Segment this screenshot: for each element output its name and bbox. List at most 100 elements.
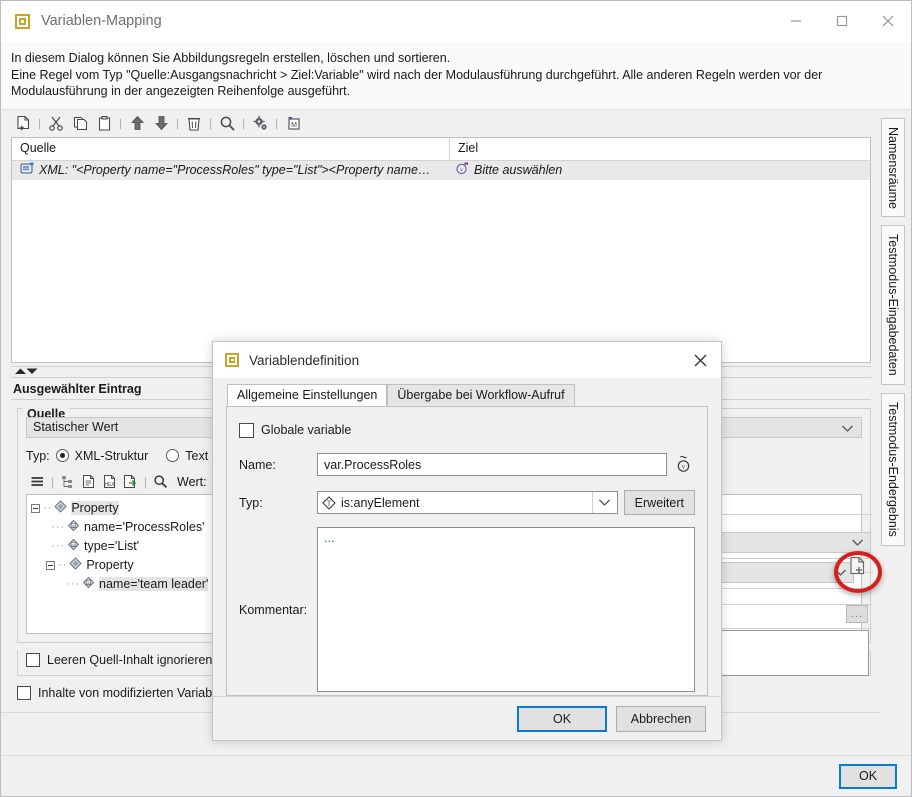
ziel-textarea[interactable]	[721, 630, 869, 676]
checkbox-modified-variables-label: Inhalte von modifizierten Variab	[38, 686, 212, 700]
delete-icon[interactable]	[182, 111, 206, 135]
radio-xml-struktur-label: XML-Struktur	[75, 449, 149, 463]
global-variable-row: Globale variable	[239, 421, 695, 439]
document-hex-icon[interactable]: HEX	[99, 472, 120, 492]
dialog-cancel-button[interactable]: Abbrechen	[616, 706, 706, 732]
minimize-icon[interactable]	[773, 1, 819, 42]
kommentar-textarea[interactable]: ...	[317, 527, 695, 692]
new-variable-button[interactable]	[844, 553, 870, 579]
radio-xml-struktur[interactable]	[56, 449, 69, 462]
typ-value: is:anyElement	[341, 496, 420, 510]
tree-connector: ···	[66, 578, 80, 590]
tab-testmodus-eingabedaten[interactable]: Testmodus-Eingabedaten	[881, 225, 905, 385]
ziel-select-1[interactable]	[721, 532, 871, 553]
copy-icon[interactable]	[68, 111, 92, 135]
dialog-panel: Globale variable Name: var.ProcessRoles …	[226, 406, 708, 696]
cell-ziel[interactable]: v Bitte auswählen	[450, 162, 870, 178]
name-input[interactable]: var.ProcessRoles	[317, 453, 667, 476]
xml-document-icon	[20, 162, 34, 178]
kommentar-row: Kommentar: ...	[239, 527, 695, 692]
typ-label: Typ:	[239, 496, 317, 510]
window-app-icon	[225, 353, 239, 367]
tree-structure-icon[interactable]	[57, 472, 78, 492]
ziel-select-2[interactable]	[721, 562, 854, 583]
search-icon[interactable]	[150, 472, 171, 492]
maximize-icon[interactable]	[819, 1, 865, 42]
toolbar-divider: |	[173, 117, 182, 129]
checkbox-global-variable-label: Globale variable	[261, 423, 351, 437]
ok-button[interactable]: OK	[839, 764, 897, 789]
tree-item-label: name='team leader'	[99, 577, 208, 591]
move-up-icon[interactable]	[125, 111, 149, 135]
paste-icon[interactable]	[92, 111, 116, 135]
new-rule-icon[interactable]	[11, 111, 35, 135]
typ-row: Typ: T is:anyElement Erweitert	[239, 490, 695, 515]
tab-allgemeine-einstellungen[interactable]: Allgemeine Einstellungen	[227, 384, 387, 406]
description-line-3: Modulausführung in der angezeigten Reihe…	[11, 83, 901, 100]
name-row: Name: var.ProcessRoles v	[239, 453, 695, 476]
search-icon[interactable]	[215, 111, 239, 135]
window-app-icon	[15, 14, 30, 29]
checkbox-ignore-empty-source-label: Leeren Quell-Inhalt ignorieren	[47, 653, 212, 667]
xml-element-icon	[69, 557, 82, 573]
collapse-toggle-icon[interactable]	[46, 561, 55, 570]
table-row[interactable]: XML: "<Property name="ProcessRoles" type…	[12, 161, 870, 180]
settings-gears-icon[interactable]	[248, 111, 272, 135]
cell-quelle[interactable]: XML: "<Property name="ProcessRoles" type…	[12, 162, 450, 178]
toolbar-divider: |	[239, 117, 248, 129]
radio-text-label: Text	[185, 449, 208, 463]
checkbox-ignore-empty-source[interactable]	[26, 653, 40, 667]
tab-namensraeume[interactable]: Namensräume	[881, 118, 905, 218]
document-text-icon[interactable]	[78, 472, 99, 492]
tree-item-label: type='List'	[84, 539, 139, 553]
description-line-1: In diesem Dialog können Sie Abbildungsre…	[11, 50, 901, 67]
checkbox-modified-variables[interactable]	[17, 686, 31, 700]
xml-element-icon	[54, 500, 67, 516]
svg-text:v: v	[460, 168, 463, 174]
document-import-icon[interactable]	[120, 472, 141, 492]
cell-quelle-text: XML: "<Property name="ProcessRoles" type…	[39, 163, 430, 177]
browse-button[interactable]: ...	[846, 605, 868, 623]
dialog-footer: OK Abbrechen	[213, 696, 721, 740]
collapse-toggle-icon[interactable]	[31, 504, 40, 513]
erweitert-button[interactable]: Erweitert	[624, 490, 695, 515]
tab-uebergabe-workflow-aufruf[interactable]: Übergabe bei Workflow-Aufruf	[387, 384, 574, 406]
move-down-icon[interactable]	[149, 111, 173, 135]
close-icon[interactable]	[679, 342, 721, 378]
mapping-rules-table[interactable]: Quelle Ziel	[11, 137, 871, 363]
format-lines-icon[interactable]	[27, 472, 48, 492]
dialog-title: Variablendefinition	[249, 353, 359, 368]
radio-text[interactable]	[166, 449, 179, 462]
tree-connector: ··	[43, 502, 52, 514]
module-icon[interactable]: M	[281, 111, 305, 135]
column-header-quelle[interactable]: Quelle	[12, 138, 450, 160]
dialog-tabs: Allgemeine Einstellungen Übergabe bei Wo…	[213, 384, 721, 406]
toolbar-divider: |	[206, 117, 215, 129]
tab-testmodus-endergebnis[interactable]: Testmodus-Endergebnis	[881, 393, 905, 546]
chevron-down-icon	[851, 536, 864, 550]
chevron-down-icon	[598, 496, 611, 510]
column-header-ziel[interactable]: Ziel	[450, 138, 870, 160]
dialog-ok-button[interactable]: OK	[517, 706, 607, 732]
window-footer: OK	[1, 755, 911, 796]
type-element-icon: T	[322, 496, 336, 510]
svg-text:HEX: HEX	[104, 482, 115, 488]
tree-connector: ··	[58, 559, 67, 571]
typ-select[interactable]: T is:anyElement	[317, 491, 618, 514]
dialog-titlebar: Variablendefinition	[213, 342, 721, 378]
variablendefinition-dialog: Variablendefinition Allgemeine Einstellu…	[212, 341, 722, 741]
variable-ref-icon[interactable]: v	[671, 456, 695, 473]
variable-icon: v	[455, 162, 469, 178]
description-line-2: Eine Regel vom Typ "Quelle:Ausgangsnachr…	[11, 67, 901, 84]
tree-item-label: Property	[71, 501, 118, 515]
close-icon[interactable]	[865, 1, 911, 42]
rules-toolbar: |	[1, 110, 881, 137]
new-document-plus-icon	[847, 555, 868, 576]
name-label: Name:	[239, 458, 317, 472]
xml-attribute-icon: a	[67, 538, 80, 554]
chevron-down-icon	[841, 422, 854, 436]
cut-icon[interactable]	[44, 111, 68, 135]
svg-text:M: M	[291, 122, 297, 129]
toolbar-divider: |	[116, 117, 125, 129]
checkbox-global-variable[interactable]	[239, 423, 254, 438]
